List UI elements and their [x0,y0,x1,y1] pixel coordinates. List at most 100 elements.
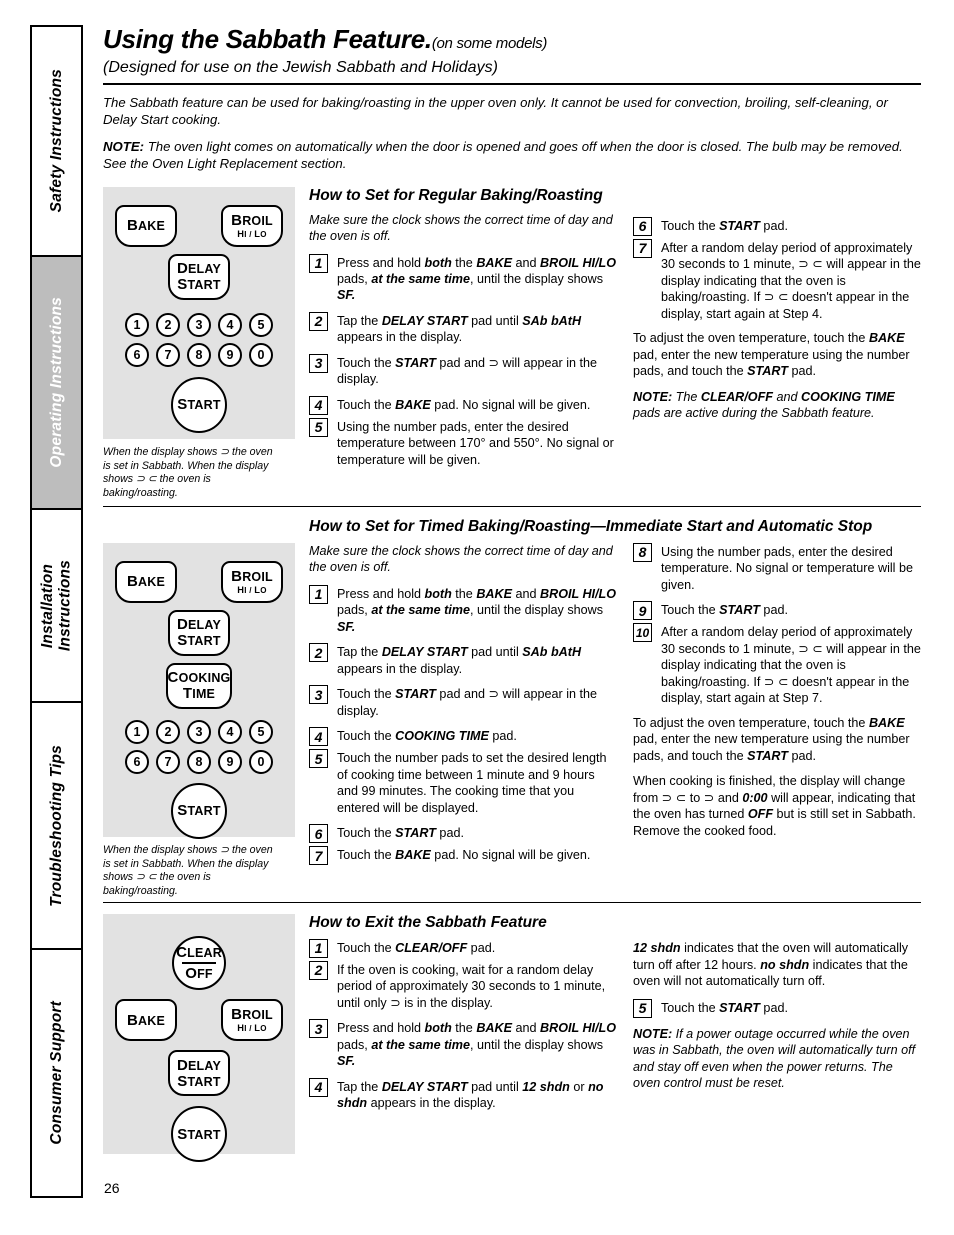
section3-right-column: 12 shdn indicates that the oven will aut… [625,914,921,1154]
step-text: Tap the DELAY START pad until 12 shdn or… [337,1079,604,1111]
sidebar-tab-label: Troubleshooting Tips [47,744,65,907]
number-key-9[interactable]: 9 [218,342,242,367]
section-regular-baking: BAKE BROIL HI / LO DELAY START 1 2 3 4 5… [103,186,921,508]
section1-step-list: 1 Press and hold both the BAKE and BROIL… [309,253,617,469]
section2-divider [103,902,921,904]
step-text: Touch the START pad and ⊃ will appear in… [337,355,598,387]
step-text: Touch the BAKE pad. No signal will be gi… [337,397,591,412]
number-key-7[interactable]: 7 [156,342,180,367]
step-item: 1 Press and hold both the BAKE and BROIL… [309,584,617,635]
step-item: 5 Using the number pads, enter the desir… [309,417,617,468]
cooking-pad-label: COOKING [167,669,231,687]
number-key-8[interactable]: 8 [187,749,211,774]
start-pad[interactable]: START [171,782,227,839]
step-text: Touch the BAKE pad. No signal will be gi… [337,848,591,863]
step-item: 7 After a random delay period of approxi… [633,238,921,322]
step-number: 6 [633,216,652,236]
step-item: 3 Touch the START pad and ⊃ will appear … [309,353,617,388]
page-subtitle: (Designed for use on the Jewish Sabbath … [103,58,498,76]
sidebar-tab-operating-instructions[interactable]: Operating Instructions [30,255,83,508]
delay-pad-label2: START [177,276,221,294]
section3-step-list: 1 Touch the CLEAR/OFF pad. 2 If the oven… [309,938,617,1112]
bake-pad[interactable]: BAKE [115,560,177,603]
step-text: Tap the DELAY START pad until SAb bAtH a… [337,645,582,676]
number-key-4[interactable]: 4 [218,719,242,744]
diagram-caption-1: When the display shows ⊃ the oven is set… [103,445,273,499]
delay-start-pad[interactable]: DELAY START [168,609,230,656]
step-item: 6 Touch the START pad. [633,216,921,236]
sidebar-tab-installation-instructions[interactable]: Installation Instructions [30,508,83,701]
number-key-6[interactable]: 6 [125,749,149,774]
sidebar-tab-consumer-support[interactable]: Consumer Support [30,948,83,1198]
start-pad[interactable]: START [171,376,227,433]
number-key-7[interactable]: 7 [156,749,180,774]
number-key-3[interactable]: 3 [187,312,211,337]
broil-pad-sublabel: HI / LO [237,228,267,239]
step-text: Touch the START pad. [661,218,788,233]
number-key-2[interactable]: 2 [156,719,180,744]
number-key-9[interactable]: 9 [218,749,242,774]
number-key-5[interactable]: 5 [249,312,273,337]
step-number: 3 [309,353,328,373]
intro-paragraph: The Sabbath feature can be used for baki… [103,94,888,128]
sidebar-tab-label: Operating Instructions [47,297,65,468]
clear-off-divider [182,962,216,965]
section2-finish-paragraph: When cooking is finished, the display wi… [633,774,916,838]
number-key-2[interactable]: 2 [156,312,180,337]
number-key-1[interactable]: 1 [125,719,149,744]
sidebar-tab-label: Safety Instructions [47,69,65,213]
number-key-6[interactable]: 6 [125,342,149,367]
bake-pad[interactable]: BAKE [115,204,177,247]
sidebar-tab-safety-instructions[interactable]: Safety Instructions [30,25,83,255]
number-key-0[interactable]: 0 [249,749,273,774]
number-key-0[interactable]: 0 [249,342,273,367]
sidebar-tab-label: Consumer Support [47,1001,65,1145]
step-number: 5 [309,417,328,437]
step-number: 5 [633,998,652,1018]
page-title: Using the Sabbath Feature.(on some model… [103,25,921,54]
section1-heading: How to Set for Regular Baking/Roasting [309,186,603,204]
start-pad-label: START [177,1125,221,1143]
number-key-1[interactable]: 1 [125,312,149,337]
section1-lead: Make sure the clock shows the correct ti… [309,212,613,244]
intro-note: NOTE: The oven light comes on automatica… [103,138,921,173]
section1-steps-column: How to Set for Regular Baking/Roasting M… [295,187,625,500]
broil-hi-lo-pad[interactable]: BROIL HI / LO [221,204,283,247]
control-panel-diagram-3: CLEAR OFF BAKE BROIL HI / LO DELAY START… [103,914,295,1163]
delay-start-pad[interactable]: DELAY START [168,1050,230,1097]
broil-hi-lo-pad[interactable]: BROIL HI / LO [221,560,283,603]
step-item: 1 Touch the CLEAR/OFF pad. [309,938,617,958]
step-item: 3 Press and hold both the BAKE and BROIL… [309,1019,617,1069]
broil-pad-label: BROIL [231,1006,273,1023]
step-item: 4 Tap the DELAY START pad until 12 shdn … [309,1077,617,1112]
clear-off-pad[interactable]: CLEAR OFF [172,936,226,991]
start-pad-label: START [177,396,221,414]
number-key-4[interactable]: 4 [218,312,242,337]
step-number: 6 [309,824,328,844]
number-pad-row-1: 1 2 3 4 5 [103,312,295,337]
step-number: 1 [309,253,328,273]
number-key-3[interactable]: 3 [187,719,211,744]
step-text: Tap the DELAY START pad until SAb bAtH a… [337,313,582,345]
diagram-caption-2: When the display shows ⊃ the oven is set… [103,843,273,897]
off-pad-label: OFF [185,965,213,983]
number-key-5[interactable]: 5 [249,719,273,744]
step-text: Touch the CLEAR/OFF pad. [337,940,496,955]
step-item: 4 Touch the BAKE pad. No signal will be … [309,395,617,415]
step-number: 8 [633,542,652,562]
bake-pad[interactable]: BAKE [115,999,177,1042]
page-title-text: Using the Sabbath Feature. [103,24,432,54]
number-pad-row-2: 6 7 8 9 0 [103,749,295,774]
broil-hi-lo-pad[interactable]: BROIL HI / LO [221,999,283,1042]
cooking-time-pad[interactable]: COOKING TIME [166,662,232,709]
section1-note-paragraph: NOTE: The CLEAR/OFF and COOKING TIME pad… [633,389,895,421]
step-number: 4 [309,727,328,747]
step-item: 5 Touch the START pad. [633,998,921,1018]
number-pad-row-1: 1 2 3 4 5 [103,719,295,744]
delay-start-pad[interactable]: DELAY START [168,253,230,300]
start-pad[interactable]: START [171,1106,227,1163]
step-text: Press and hold both the BAKE and BROIL H… [337,1021,617,1069]
number-key-8[interactable]: 8 [187,342,211,367]
broil-pad-label: BROIL [231,211,273,229]
sidebar-tab-troubleshooting-tips[interactable]: Troubleshooting Tips [30,701,83,948]
